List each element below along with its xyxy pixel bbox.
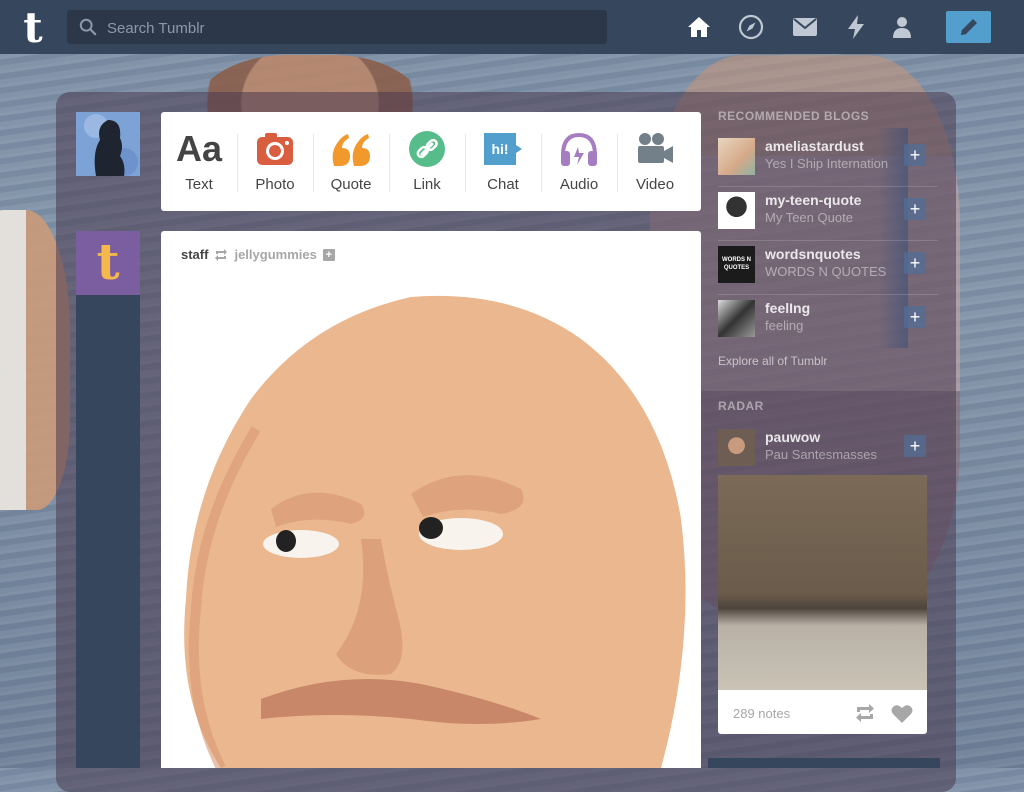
account-icon[interactable] bbox=[888, 13, 916, 41]
radar-title: RADAR bbox=[718, 399, 764, 413]
blog-title: Yes I Ship Internation bbox=[765, 156, 889, 171]
blog-name[interactable]: my-teen-quote bbox=[765, 192, 861, 208]
post-photo[interactable] bbox=[161, 279, 701, 768]
text-icon: Aa bbox=[161, 128, 237, 169]
search-icon bbox=[79, 18, 97, 36]
follow-button[interactable]: + bbox=[904, 198, 926, 220]
recommended-blog-item[interactable]: ameliastardust Yes I Ship Internation + bbox=[718, 134, 938, 187]
radar-post-card: 289 notes bbox=[718, 475, 927, 734]
quote-icon bbox=[313, 129, 389, 169]
blog-name[interactable]: ameliastardust bbox=[765, 138, 864, 154]
blog-name[interactable]: feelIng bbox=[765, 300, 810, 316]
blog-name[interactable]: wordsnquotes bbox=[765, 246, 861, 262]
activity-icon[interactable] bbox=[842, 13, 870, 41]
post-type-chat[interactable]: hi! Chat bbox=[465, 112, 541, 211]
post-type-label: Link bbox=[413, 176, 441, 193]
explore-all-link[interactable]: Explore all of Tumblr bbox=[718, 354, 827, 368]
blog-avatar[interactable]: WORDS N QUOTES bbox=[718, 246, 755, 283]
recommended-blogs-title: RECOMMENDED BLOGS bbox=[718, 109, 870, 123]
blog-avatar[interactable] bbox=[718, 300, 755, 337]
blog-title: feeling bbox=[765, 318, 804, 333]
dashboard-post: staff jellygummies + bbox=[161, 231, 701, 768]
blog-avatar[interactable] bbox=[718, 138, 755, 175]
post-type-label: Text bbox=[185, 176, 213, 193]
chat-icon: hi! bbox=[465, 129, 541, 169]
top-navigation-bar: t bbox=[0, 0, 1024, 54]
post-author-link[interactable]: staff bbox=[181, 247, 208, 262]
post-type-label: Quote bbox=[330, 176, 372, 193]
post-header: staff jellygummies + bbox=[181, 247, 335, 262]
post-type-quote[interactable]: Quote bbox=[313, 112, 389, 211]
post-type-text[interactable]: Aa Text bbox=[161, 112, 237, 211]
text-glyph: Aa bbox=[175, 128, 223, 169]
link-icon bbox=[389, 129, 465, 169]
post-type-video[interactable]: Video bbox=[617, 112, 693, 211]
blog-title: WORDS N QUOTES bbox=[765, 264, 887, 279]
follow-button[interactable]: + bbox=[904, 435, 926, 457]
recommended-blog-item[interactable]: WORDS N QUOTES wordsnquotes WORDS N QUOT… bbox=[718, 242, 938, 295]
post-type-link[interactable]: Link bbox=[389, 112, 465, 211]
post-type-label: Photo bbox=[255, 176, 295, 193]
reblog-icon[interactable] bbox=[854, 704, 876, 722]
reblogged-from-link[interactable]: jellygummies bbox=[234, 247, 316, 262]
radar-post-footer: 289 notes bbox=[718, 690, 927, 734]
reblog-icon bbox=[215, 248, 228, 261]
blog-title: Pau Santesmasses bbox=[765, 447, 878, 462]
chat-glyph: hi! bbox=[491, 141, 508, 157]
follow-plus-icon[interactable]: + bbox=[322, 248, 335, 261]
follow-button[interactable]: + bbox=[904, 306, 926, 328]
blog-avatar[interactable] bbox=[718, 429, 755, 466]
user-avatar[interactable] bbox=[76, 112, 140, 176]
blog-avatar[interactable] bbox=[718, 192, 755, 229]
post-type-audio[interactable]: Audio bbox=[541, 112, 617, 211]
compose-button[interactable] bbox=[946, 11, 991, 43]
staff-blog-avatar[interactable]: t bbox=[76, 231, 140, 295]
tumblr-logo[interactable]: t bbox=[13, 7, 53, 49]
recommended-blog-item[interactable]: my-teen-quote My Teen Quote + bbox=[718, 188, 938, 241]
sidebar-bottom-strip bbox=[708, 758, 940, 768]
post-type-label: Audio bbox=[559, 176, 599, 193]
follow-button[interactable]: + bbox=[904, 252, 926, 274]
messages-icon[interactable] bbox=[791, 13, 819, 41]
post-type-photo[interactable]: Photo bbox=[237, 112, 313, 211]
search-box[interactable] bbox=[67, 10, 607, 46]
home-icon[interactable] bbox=[685, 13, 713, 41]
explore-icon[interactable] bbox=[737, 13, 765, 41]
radar-blog-item[interactable]: pauwow Pau Santesmasses + bbox=[718, 425, 938, 477]
recommended-blog-item[interactable]: feelIng feeling + bbox=[718, 296, 938, 348]
video-camera-icon bbox=[617, 129, 693, 169]
headphones-icon bbox=[541, 129, 617, 169]
camera-icon bbox=[237, 129, 313, 169]
notes-count[interactable]: 289 notes bbox=[733, 706, 790, 721]
blog-title: My Teen Quote bbox=[765, 210, 853, 225]
post-type-composer: Aa Text Photo Quote Link hi! Chat Audio bbox=[161, 112, 701, 211]
search-input[interactable] bbox=[105, 10, 599, 46]
post-type-label: Video bbox=[635, 176, 675, 193]
pencil-icon bbox=[960, 19, 977, 35]
like-heart-icon[interactable] bbox=[891, 704, 913, 723]
follow-button[interactable]: + bbox=[904, 144, 926, 166]
post-type-label: Chat bbox=[487, 176, 519, 193]
blog-name[interactable]: pauwow bbox=[765, 429, 820, 445]
radar-post-photo[interactable] bbox=[718, 475, 927, 690]
left-column: t bbox=[76, 231, 140, 768]
